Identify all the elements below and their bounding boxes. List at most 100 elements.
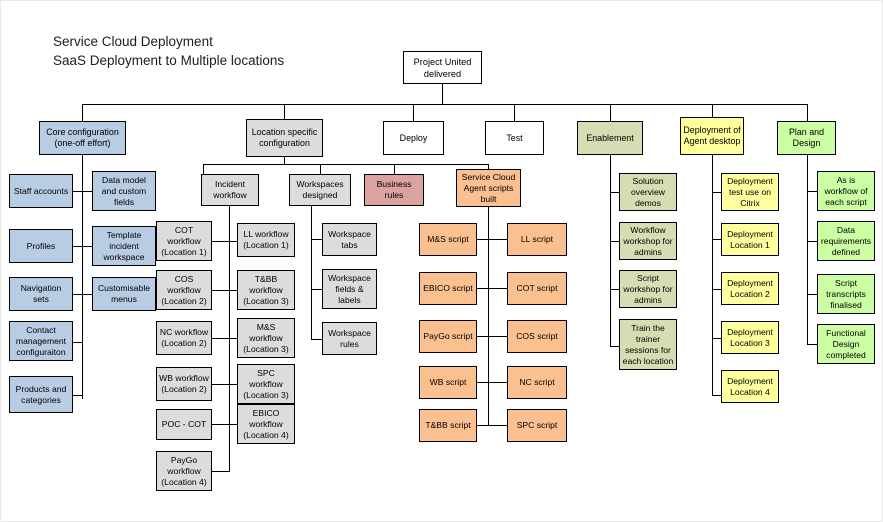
connector-workspaces-spine [311,206,312,339]
node-deployment-location-1[interactable]: Deployment Location 1 [721,223,779,256]
node-deploy[interactable]: Deploy [383,121,444,155]
node-workspace-fields-and-labels[interactable]: Workspace fields & labels [322,269,377,309]
node-workflow-workshop-for-admins[interactable]: Workflow workshop for admins [619,222,677,260]
node-label: WB workflow (Location 2) [159,373,209,394]
node-template-incident-workspace[interactable]: Template incident workspace [92,226,156,266]
connector-plan-design-spine [807,155,808,344]
node-label: COT workflow (Location 1) [161,224,207,257]
node-label: Workspaces designed [296,179,344,200]
node-label: Plan and Design [788,127,825,148]
connector-arm-functional-design [807,344,817,345]
node-incident-workflow[interactable]: Incident workflow [201,174,259,206]
connector-arm-contact-management [73,342,83,343]
node-cos-workflow-location-2[interactable]: COS workflow (Location 2) [156,270,212,310]
node-cot-workflow-location-1[interactable]: COT workflow (Location 1) [156,221,212,261]
node-tbb-workflow-location-3[interactable]: T&BB workflow (Location 3) [237,270,295,310]
node-label: Customisable menus [97,283,151,304]
node-data-model-and-custom-fields[interactable]: Data model and custom fields [92,171,156,211]
node-navigation-sets[interactable]: Navigation sets [9,277,73,311]
node-solution-overview-demos[interactable]: Solution overview demos [619,173,677,211]
connector-arm-workspace-fields [311,289,322,290]
node-products-and-categories[interactable]: Products and categories [9,376,73,413]
diagram-title-line-2: SaaS Deployment to Multiple locations [53,53,285,68]
connector-drop-plan-design [807,104,808,121]
connector-arm-products-categories [73,395,83,396]
node-test[interactable]: Test [485,121,544,155]
node-service-cloud-agent-scripts-built[interactable]: Service Cloud Agent scripts built [456,169,521,207]
node-label: COS workflow (Location 2) [161,273,207,306]
node-wb-script[interactable]: WB script [419,366,477,399]
node-tbb-script[interactable]: T&BB script [419,409,477,442]
node-spc-workflow-location-3[interactable]: SPC workflow (Location 3) [237,364,295,404]
node-train-the-trainer-sessions[interactable]: Train the trainer sessions for each loca… [619,319,677,370]
node-label: Workspace fields & labels [328,272,371,305]
node-profiles[interactable]: Profiles [9,229,73,263]
connector-arm-cos-workflow [211,290,230,291]
connector-arm-nc-script [488,382,507,383]
node-cot-script[interactable]: COT script [507,272,567,305]
node-business-rules[interactable]: Business rules [364,174,424,206]
node-deployment-test-use-on-citrix[interactable]: Deployment test use on Citrix [721,173,779,211]
node-workspace-tabs[interactable]: Workspace tabs [322,223,377,256]
connector-arm-train-the-trainer [610,346,619,347]
node-label: T&BB workflow (Location 3) [243,273,289,306]
node-label: Script workshop for admins [623,272,673,305]
node-ebico-workflow-location-4[interactable]: EBICO workflow (Location 4) [237,404,295,444]
connector-root-stem [442,84,443,104]
node-customisable-menus[interactable]: Customisable menus [92,277,156,311]
node-plan-and-design[interactable]: Plan and Design [777,121,836,155]
node-label: Products and categories [15,383,67,405]
node-ll-workflow-location-1[interactable]: LL workflow (Location 1) [237,223,295,257]
node-label: WB script [429,377,467,387]
node-data-requirements-defined[interactable]: Data requirements defined [817,221,875,261]
node-ms-script[interactable]: M&S script [419,223,477,256]
node-deployment-of-agent-desktop[interactable]: Deployment of Agent desktop [680,117,744,155]
connector-arm-poc-cot [211,424,230,425]
connector-arm-cot-workflow [211,241,230,242]
node-enablement[interactable]: Enablement [577,121,643,155]
node-nc-workflow-location-2[interactable]: NC workflow (Location 2) [156,321,212,355]
node-deployment-location-3[interactable]: Deployment Location 3 [721,321,779,354]
node-label: NC workflow (Location 2) [159,327,209,348]
node-label: Service Cloud Agent scripts built [461,171,516,204]
node-label: NC script [519,377,555,387]
node-poc-cot[interactable]: POC - COT [156,409,212,440]
node-label: Staff accounts [13,185,69,196]
node-project-united-delivered[interactable]: Project United delivered [403,51,482,84]
node-as-is-workflow-of-each-script[interactable]: As is workflow of each script [817,171,875,211]
connector-arm-cos-script [488,336,507,337]
node-contact-management-configuration[interactable]: Contact management configuraiton [9,321,73,361]
node-script-workshop-for-admins[interactable]: Script workshop for admins [619,270,677,308]
node-paygo-script[interactable]: PayGo script [419,320,477,353]
node-wb-workflow-location-2[interactable]: WB workflow (Location 2) [156,367,212,401]
node-label: Contact management configuraiton [15,324,67,357]
node-cos-script[interactable]: COS script [507,320,567,353]
connector-arm-workflow-workshop [610,241,619,242]
connector-arm-spc-script [488,425,507,426]
node-paygo-workflow-location-4[interactable]: PayGo workflow (Location 4) [156,451,212,491]
node-spc-script[interactable]: SPC script [507,409,567,442]
node-workspaces-designed[interactable]: Workspaces designed [289,174,351,206]
node-label: Deployment Location 1 [727,228,773,250]
node-label: T&BB script [425,420,471,430]
node-staff-accounts[interactable]: Staff accounts [9,174,73,208]
node-workspace-rules[interactable]: Workspace rules [322,322,377,355]
node-script-transcripts-finalised[interactable]: Script transcripts finalised [817,274,875,314]
node-label: EBICO script [423,283,473,293]
node-core-configuration[interactable]: Core configuration (one-off effort) [39,121,126,155]
node-functional-design-completed[interactable]: Functional Design completed [817,324,875,364]
connector-location-bus [203,164,489,165]
connector-arm-cot-script [488,288,507,289]
connector-arm-data-requirements [807,241,817,242]
connector-arm-script-workshop [610,289,619,290]
node-ebico-script[interactable]: EBICO script [419,272,477,305]
node-deployment-location-2[interactable]: Deployment Location 2 [721,272,779,305]
connector-arm-solution-overview-demos [610,192,619,193]
node-ll-script[interactable]: LL script [507,223,567,256]
node-label: M&S workflow (Location 3) [243,321,289,354]
node-label: COT script [516,283,558,293]
node-deployment-location-4[interactable]: Deployment Location 4 [721,370,779,403]
node-ms-workflow-location-3[interactable]: M&S workflow (Location 3) [237,318,295,358]
node-nc-script[interactable]: NC script [507,366,567,399]
node-location-specific-configuration[interactable]: Location specific configuration [246,119,323,157]
